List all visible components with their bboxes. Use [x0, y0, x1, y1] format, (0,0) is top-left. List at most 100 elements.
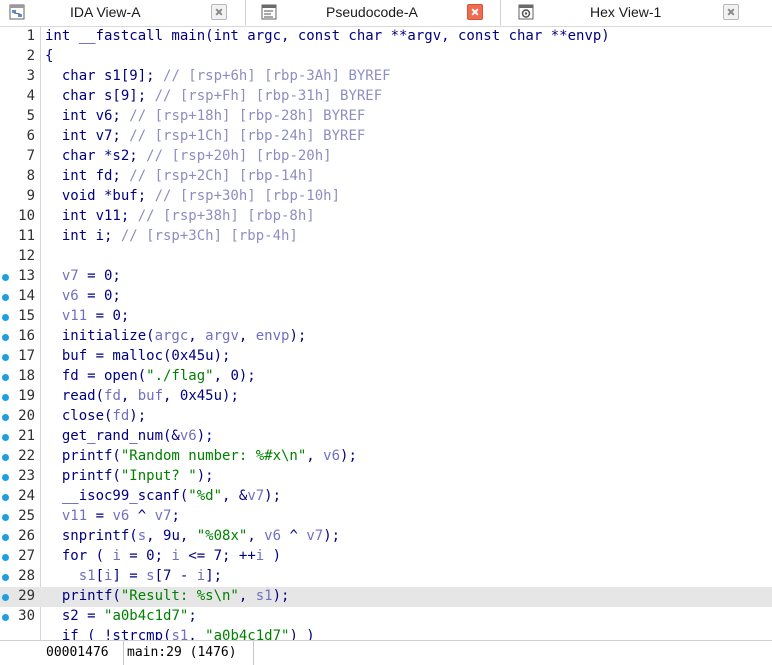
- close-icon[interactable]: [723, 4, 739, 20]
- code-line[interactable]: 8 int fd; // [rsp+2Ch] [rbp-14h]: [0, 167, 772, 187]
- code-text: int i; // [rsp+3Ch] [rbp-4h]: [45, 228, 298, 244]
- code-line[interactable]: 22 printf("Random number: %#x\n", v6);: [0, 447, 772, 467]
- code-token: snprintf(: [45, 528, 138, 544]
- code-token: , 0x45u);: [163, 388, 239, 404]
- code-line[interactable]: 9 void *buf; // [rsp+30h] [rbp-10h]: [0, 187, 772, 207]
- code-text: close(fd);: [45, 408, 146, 424]
- code-line[interactable]: 18 fd = open("./flag", 0);: [0, 367, 772, 387]
- pseudocode-view[interactable]: 1 int __fastcall main(int argc, const cha…: [0, 27, 772, 640]
- line-number: 11: [18, 228, 35, 244]
- code-token: , &: [222, 488, 248, 504]
- code-token: argc: [154, 328, 189, 344]
- code-token: int v6;: [45, 108, 130, 124]
- close-icon[interactable]: [467, 4, 483, 20]
- line-number: 15: [18, 308, 35, 324]
- code-line[interactable]: 21 get_rand_num(&v6);: [0, 427, 772, 447]
- code-text: printf("Result: %s\n", s1);: [45, 588, 290, 604]
- code-text: int __fastcall main(int argc, const char…: [45, 28, 610, 44]
- code-token: v7: [306, 528, 324, 544]
- code-token: fd: [112, 408, 130, 424]
- code-line[interactable]: 1 int __fastcall main(int argc, const cha…: [0, 27, 772, 47]
- code-line[interactable]: 4 char s[9]; // [rsp+Fh] [rbp-31h] BYREF: [0, 87, 772, 107]
- code-token: initialize(: [45, 328, 155, 344]
- code-line[interactable]: 25 v11 = v6 ^ v7;: [0, 507, 772, 527]
- code-line[interactable]: 14 v6 = 0;: [0, 287, 772, 307]
- line-number: 13: [18, 268, 35, 284]
- close-icon[interactable]: [211, 4, 227, 20]
- code-token: buf = malloc(0x45u);: [45, 348, 231, 364]
- code-line[interactable]: 23 printf("Input? ");: [0, 467, 772, 487]
- code-token: v6: [264, 528, 282, 544]
- code-line[interactable]: 28 s1[i] = s[7 - i];: [0, 567, 772, 587]
- code-line[interactable]: 5 int v6; // [rsp+18h] [rbp-28h] BYREF: [0, 107, 772, 127]
- code-token: );: [264, 488, 282, 504]
- code-token: "a0b4c1d7": [104, 608, 189, 624]
- code-token: v11: [61, 508, 88, 524]
- code-token: );: [340, 448, 357, 464]
- code-text: snprintf(s, 9u, "%08x", v6 ^ v7);: [45, 528, 340, 544]
- tab-hex-view[interactable]: Hex View-1: [501, 0, 772, 25]
- code-token: // [rsp+3Ch] [rbp-4h]: [120, 228, 298, 244]
- code-line[interactable]: 26 snprintf(s, 9u, "%08x", v6 ^ v7);: [0, 527, 772, 547]
- ida-view-icon: [8, 3, 26, 21]
- code-token: __isoc99_scanf(: [45, 488, 189, 504]
- code-token: s1: [78, 568, 96, 584]
- code-token: // [rsp+18h] [rbp-28h] BYREF: [129, 108, 366, 124]
- code-line[interactable]: 12: [0, 247, 772, 267]
- code-token: = 0;: [78, 288, 121, 304]
- line-number: 8: [26, 168, 35, 184]
- code-token: ] =: [112, 568, 147, 584]
- code-text: printf("Input? ");: [45, 468, 214, 484]
- code-line[interactable]: 24 __isoc99_scanf("%d", &v7);: [0, 487, 772, 507]
- code-line[interactable]: 27 for ( i = 0; i <= 7; ++i ): [0, 547, 772, 567]
- line-number: 19: [18, 388, 35, 404]
- code-line[interactable]: 3 char s1[9]; // [rsp+6h] [rbp-3Ah] BYRE…: [0, 67, 772, 87]
- code-token: envp: [255, 328, 290, 344]
- line-number: 10: [18, 208, 35, 224]
- code-token: int fd;: [45, 168, 130, 184]
- code-line[interactable]: 19 read(fd, buf, 0x45u);: [0, 387, 772, 407]
- code-token: // [rsp+2Ch] [rbp-14h]: [129, 168, 315, 184]
- pseudocode-icon: [260, 3, 278, 21]
- code-token: ,: [188, 328, 206, 344]
- code-token: char s1[9];: [45, 68, 164, 84]
- code-token: ,: [247, 528, 265, 544]
- code-token: v6: [112, 508, 130, 524]
- code-line[interactable]: 13 v7 = 0;: [0, 267, 772, 287]
- code-line[interactable]: 29 printf("Result: %s\n", s1);: [0, 587, 772, 607]
- code-line[interactable]: 7 char *s2; // [rsp+20h] [rbp-20h]: [0, 147, 772, 167]
- line-number: 6: [26, 128, 35, 144]
- line-number: 1: [26, 28, 35, 44]
- code-line[interactable]: 20 close(fd);: [0, 407, 772, 427]
- code-line[interactable]: 15 v11 = 0;: [0, 307, 772, 327]
- code-token: ^: [129, 508, 155, 524]
- line-number: 2: [26, 48, 35, 64]
- code-line[interactable]: 10 int v11; // [rsp+38h] [rbp-8h]: [0, 207, 772, 227]
- code-token: char s[9];: [45, 88, 155, 104]
- code-token: = 0;: [120, 548, 172, 564]
- line-number: 30: [18, 608, 35, 624]
- code-line[interactable]: 30 s2 = "a0b4c1d7";: [0, 607, 772, 627]
- line-number: 12: [18, 248, 35, 264]
- code-line[interactable]: 6 int v7; // [rsp+1Ch] [rbp-24h] BYREF: [0, 127, 772, 147]
- code-token: =: [87, 508, 113, 524]
- code-text: char s[9]; // [rsp+Fh] [rbp-31h] BYREF: [45, 88, 382, 104]
- line-number: 18: [18, 368, 35, 384]
- line-number: 4: [26, 88, 35, 104]
- code-token: // [rsp+30h] [rbp-10h]: [154, 188, 341, 204]
- code-token: );: [129, 408, 147, 424]
- code-line[interactable]: 17 buf = malloc(0x45u);: [0, 347, 772, 367]
- code-text: s1[i] = s[7 - i];: [45, 568, 222, 584]
- code-text: get_rand_num(&v6);: [45, 428, 214, 444]
- line-number: 21: [18, 428, 35, 444]
- code-line[interactable]: if ( !strcmp(s1, "a0b4c1d7") ): [0, 627, 772, 640]
- tab-ida-view[interactable]: IDA View-A: [0, 0, 245, 25]
- code-line[interactable]: 2{: [0, 47, 772, 67]
- code-text: int fd; // [rsp+2Ch] [rbp-14h]: [45, 168, 315, 184]
- tab-pseudocode[interactable]: Pseudocode-A: [246, 0, 500, 25]
- status-location-cell: main:29 (1476): [124, 641, 254, 665]
- code-line[interactable]: 16 initialize(argc, argv, envp);: [0, 327, 772, 347]
- code-line[interactable]: 11 int i; // [rsp+3Ch] [rbp-4h]: [0, 227, 772, 247]
- line-number: 28: [18, 568, 35, 584]
